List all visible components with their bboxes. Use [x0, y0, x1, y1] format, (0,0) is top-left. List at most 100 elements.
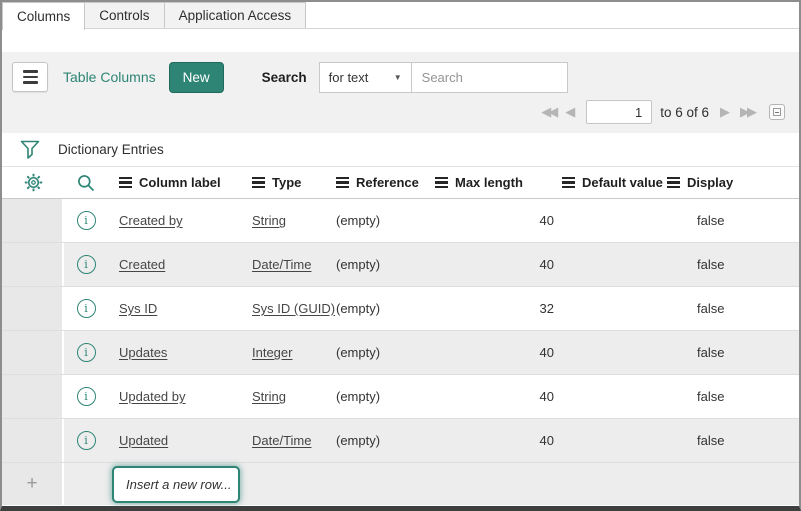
- pagination-range-text: to 6 of 6: [660, 104, 709, 120]
- default-value-cell[interactable]: [562, 199, 667, 242]
- pagination-row: ◀◀ ◀ to 6 of 6 ▶ ▶▶: [12, 93, 789, 131]
- column-label-link[interactable]: Created by: [119, 213, 183, 228]
- type-link[interactable]: String: [252, 213, 286, 228]
- header-type[interactable]: Type: [252, 175, 336, 190]
- default-value-cell[interactable]: [562, 243, 667, 286]
- search-input[interactable]: [411, 61, 568, 93]
- type-link[interactable]: Date/Time: [252, 433, 311, 448]
- info-icon[interactable]: i: [76, 299, 96, 318]
- row-selector-cell[interactable]: [2, 375, 64, 418]
- max-length-cell[interactable]: 32: [435, 287, 562, 330]
- max-length-cell[interactable]: 40: [435, 375, 562, 418]
- chevron-down-icon: ▼: [393, 72, 402, 82]
- list-title-bar: Dictionary Entries: [2, 133, 799, 167]
- table-row: i Updated Date/Time (empty) 40 false: [2, 419, 799, 463]
- plus-icon: +: [26, 473, 38, 494]
- row-selector-cell[interactable]: [2, 419, 64, 462]
- info-icon[interactable]: i: [76, 343, 96, 362]
- max-length-cell[interactable]: 40: [435, 243, 562, 286]
- column-label-link[interactable]: Updated: [119, 433, 168, 448]
- search-in-list-button[interactable]: [64, 173, 108, 193]
- gear-icon: [24, 173, 42, 192]
- insert-row: + Insert a new row...: [2, 463, 799, 505]
- collapse-list-icon[interactable]: [769, 104, 785, 120]
- display-cell[interactable]: false: [667, 243, 799, 286]
- row-selector-cell[interactable]: [2, 331, 64, 374]
- search-type-value: for text: [328, 69, 369, 85]
- list-title: Table Columns: [63, 69, 156, 85]
- prev-page-icon[interactable]: ◀: [565, 104, 575, 120]
- max-length-cell[interactable]: 40: [435, 331, 562, 374]
- default-value-cell[interactable]: [562, 331, 667, 374]
- tab-controls[interactable]: Controls: [84, 2, 165, 28]
- toolbar-controls-row: Table Columns New Search for text ▼: [12, 61, 789, 93]
- header-display[interactable]: Display: [667, 175, 799, 190]
- reference-cell[interactable]: (empty): [336, 375, 435, 418]
- type-link[interactable]: Sys ID (GUID): [252, 301, 335, 316]
- info-icon[interactable]: i: [76, 211, 96, 230]
- header-max-length[interactable]: Max length: [435, 175, 562, 190]
- new-button[interactable]: New: [168, 61, 224, 93]
- reference-cell[interactable]: (empty): [336, 419, 435, 462]
- personalize-list-button[interactable]: [2, 173, 64, 192]
- default-value-cell[interactable]: [562, 375, 667, 418]
- header-default-value[interactable]: Default value: [562, 175, 667, 190]
- type-link[interactable]: String: [252, 389, 286, 404]
- table-row: i Updated by String (empty) 40 false: [2, 375, 799, 419]
- max-length-cell[interactable]: 40: [435, 199, 562, 242]
- info-icon[interactable]: i: [76, 431, 96, 450]
- list-menu-button[interactable]: [12, 62, 48, 92]
- search-label: Search: [261, 69, 307, 85]
- search-icon: [78, 174, 95, 191]
- column-label-link[interactable]: Updates: [119, 345, 167, 360]
- reference-cell[interactable]: (empty): [336, 287, 435, 330]
- default-value-cell[interactable]: [562, 287, 667, 330]
- tab-columns[interactable]: Columns: [2, 2, 86, 30]
- header-column-label[interactable]: Column label: [108, 175, 252, 190]
- list-toolbar: Table Columns New Search for text ▼ ◀◀ ◀…: [2, 52, 799, 133]
- column-menu-icon: [252, 177, 265, 188]
- column-menu-icon: [119, 177, 132, 188]
- table-row: i Created by String (empty) 40 false: [2, 199, 799, 243]
- table-row: i Created Date/Time (empty) 40 false: [2, 243, 799, 287]
- tab-content-gap: [2, 29, 799, 52]
- display-cell[interactable]: false: [667, 375, 799, 418]
- max-length-cell[interactable]: 40: [435, 419, 562, 462]
- column-menu-icon: [562, 177, 575, 188]
- filter-icon[interactable]: [20, 139, 40, 160]
- info-icon[interactable]: i: [76, 255, 96, 274]
- table-row: i Updates Integer (empty) 40 false: [2, 331, 799, 375]
- first-page-icon[interactable]: ◀◀: [541, 104, 558, 120]
- type-link[interactable]: Date/Time: [252, 257, 311, 272]
- column-menu-icon: [336, 177, 349, 188]
- column-label-link[interactable]: Created: [119, 257, 165, 272]
- search-type-select[interactable]: for text ▼: [318, 61, 412, 93]
- reference-cell[interactable]: (empty): [336, 331, 435, 374]
- display-cell[interactable]: false: [667, 199, 799, 242]
- type-link[interactable]: Integer: [252, 345, 292, 360]
- info-icon[interactable]: i: [76, 387, 96, 406]
- column-menu-icon: [667, 177, 680, 188]
- default-value-cell[interactable]: [562, 419, 667, 462]
- display-cell[interactable]: false: [667, 419, 799, 462]
- display-cell[interactable]: false: [667, 287, 799, 330]
- tab-application-access[interactable]: Application Access: [163, 2, 307, 28]
- table-editor-panel: Columns Controls Application Access Tabl…: [0, 0, 801, 511]
- reference-cell[interactable]: (empty): [336, 243, 435, 286]
- display-cell[interactable]: false: [667, 331, 799, 374]
- table-body: i Created by String (empty) 40 false i C…: [2, 199, 799, 463]
- reference-cell[interactable]: (empty): [336, 199, 435, 242]
- next-page-icon[interactable]: ▶: [720, 104, 730, 120]
- list-breadcrumb-title: Dictionary Entries: [58, 142, 164, 157]
- column-label-link[interactable]: Sys ID: [119, 301, 157, 316]
- insert-row-selector[interactable]: +: [2, 463, 64, 505]
- last-page-icon[interactable]: ▶▶: [740, 104, 757, 120]
- row-selector-cell[interactable]: [2, 287, 64, 330]
- row-selector-cell[interactable]: [2, 199, 64, 242]
- page-number-input[interactable]: [586, 100, 653, 124]
- insert-new-row-input[interactable]: Insert a new row...: [112, 465, 240, 503]
- row-selector-cell[interactable]: [2, 243, 64, 286]
- column-label-link[interactable]: Updated by: [119, 389, 186, 404]
- table-header-row: Column label Type Reference Max length D…: [2, 167, 799, 199]
- header-reference[interactable]: Reference: [336, 175, 435, 190]
